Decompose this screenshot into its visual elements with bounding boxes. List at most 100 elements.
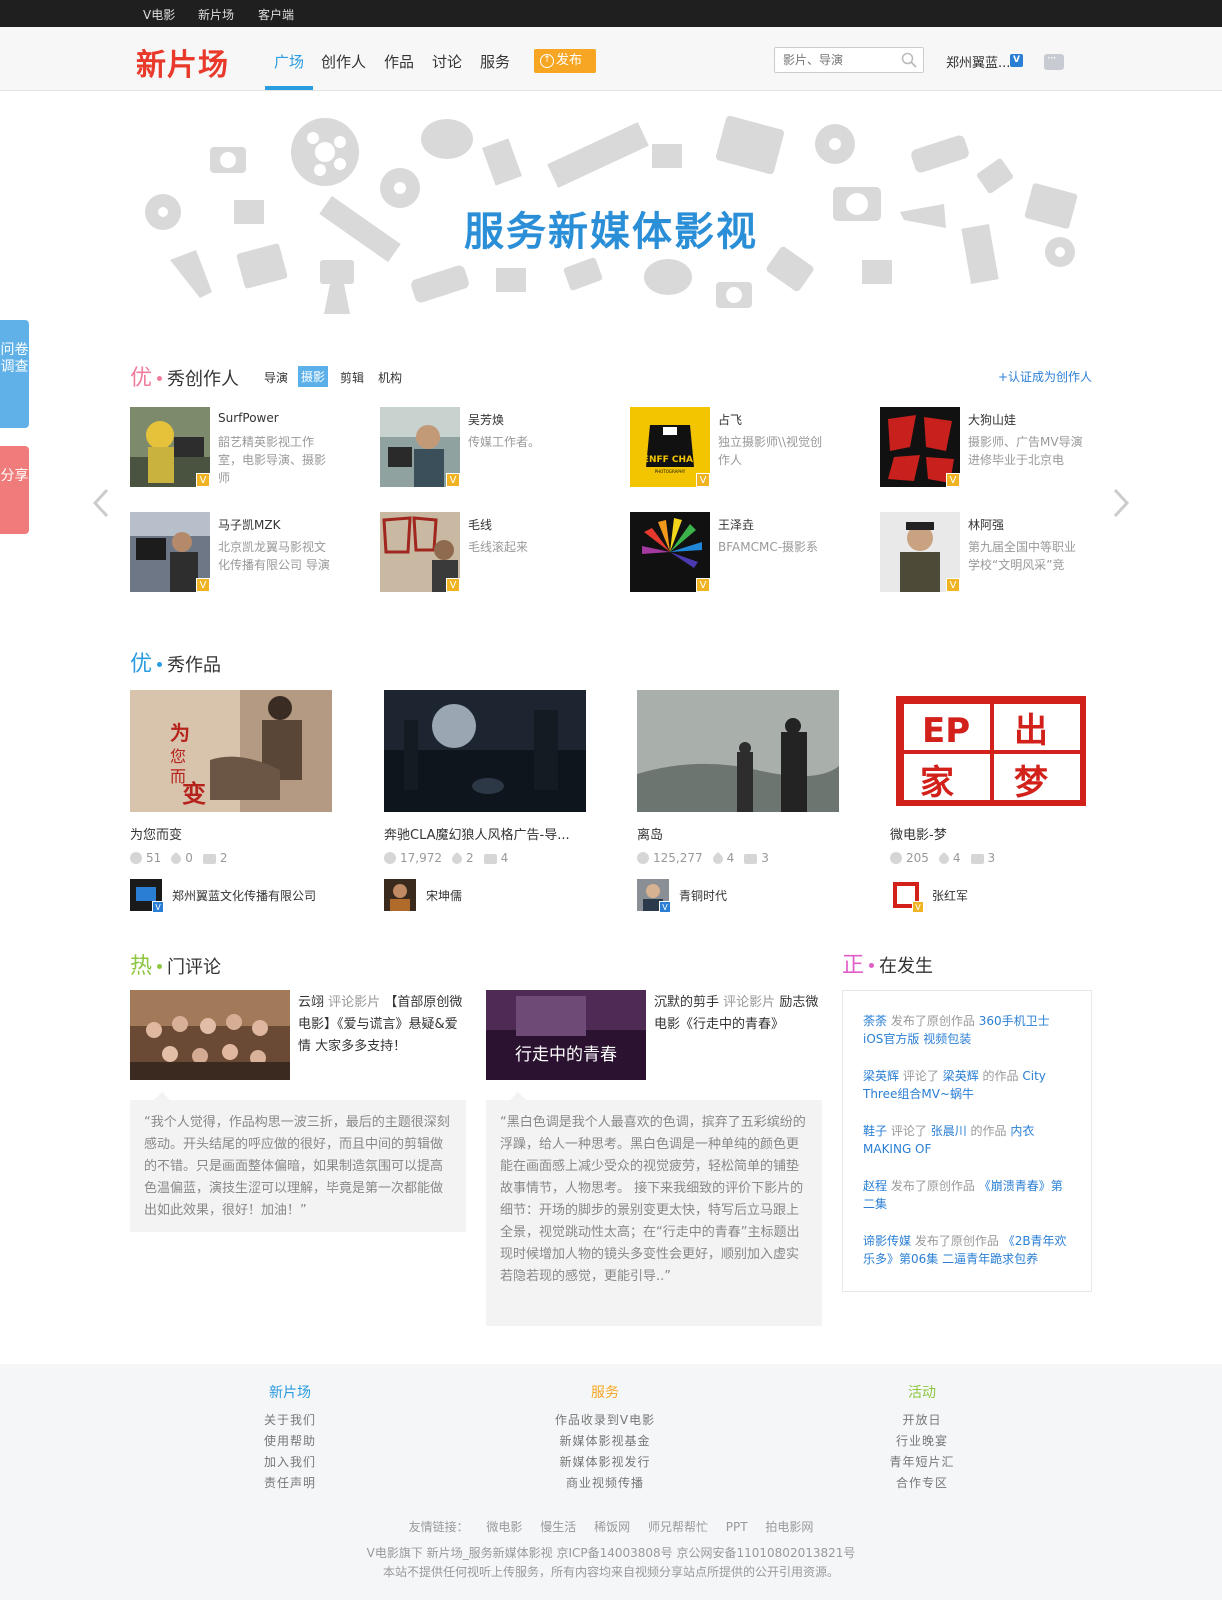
works-title-first: 优: [130, 652, 153, 677]
work-card[interactable]: 奔驰CLA魔幻狼人风格广告-导... 17,972 2 4 宋坤儒: [384, 690, 586, 911]
search-input[interactable]: [775, 48, 893, 72]
topbar-link-client[interactable]: 客户端: [258, 6, 294, 23]
footer: 新片场 关于我们 使用帮助 加入我们 责任声明 服务 作品收录到V电影 新媒体影…: [0, 1364, 1222, 1600]
friend-link[interactable]: 稀饭网: [594, 1520, 630, 1534]
creator-name[interactable]: 林阿强: [968, 516, 1004, 533]
author-name[interactable]: 张红军: [932, 887, 968, 904]
publish-button[interactable]: ↑ 发布: [534, 49, 596, 73]
creator-name[interactable]: 大狗山娃: [968, 411, 1016, 428]
work-thumbnail[interactable]: [637, 690, 839, 812]
work-thumbnail[interactable]: [384, 690, 586, 812]
play-icon: [130, 852, 142, 864]
activity-target[interactable]: 梁英辉: [943, 1069, 979, 1083]
message-icon[interactable]: [1044, 51, 1064, 70]
footer-link[interactable]: 责任声明: [190, 1473, 390, 1494]
creator-card[interactable]: V SurfPower 韶艺精英影视工作室，电影导演、摄影师: [130, 407, 370, 487]
tab-organization[interactable]: 机构: [378, 369, 402, 386]
work-title[interactable]: 为您而变: [130, 824, 332, 843]
topbar-link-xinpianchang[interactable]: 新片场: [198, 6, 234, 23]
activity-mid: 的作品: [970, 1124, 1007, 1138]
footer-link[interactable]: 青年短片汇: [822, 1452, 1022, 1473]
author-name[interactable]: 郑州翼蓝文化传播有限公司: [172, 887, 316, 904]
creator-card[interactable]: V 毛线 毛线滚起来: [380, 512, 620, 592]
work-author[interactable]: 宋坤儒: [384, 879, 586, 911]
share-tab[interactable]: 分享: [0, 446, 29, 534]
prev-arrow-icon[interactable]: [93, 488, 109, 518]
friend-link[interactable]: 微电影: [486, 1520, 522, 1534]
survey-tab[interactable]: 问卷调查: [0, 320, 29, 428]
activity-target[interactable]: 张晨川: [931, 1124, 967, 1138]
author-name[interactable]: 宋坤儒: [426, 887, 462, 904]
creator-name[interactable]: 毛线: [468, 516, 492, 533]
nav-services[interactable]: 服务: [480, 51, 510, 72]
certify-creator-link[interactable]: +认证成为创作人: [998, 368, 1092, 385]
creator-card[interactable]: V 林阿强 第九届全国中等职业学校“文明风采”竞: [880, 512, 1120, 592]
creator-name[interactable]: 吴芳焕: [468, 411, 504, 428]
comment-film-thumbnail[interactable]: [130, 990, 290, 1080]
work-title[interactable]: 微电影-梦: [890, 824, 1092, 843]
footer-link[interactable]: 使用帮助: [190, 1431, 390, 1452]
footer-link[interactable]: 新媒体影视基金: [505, 1431, 705, 1452]
friend-link[interactable]: 拍电影网: [765, 1520, 813, 1534]
footer-link[interactable]: 行业晚宴: [822, 1431, 1022, 1452]
friend-link[interactable]: 师兄帮帮忙: [648, 1520, 708, 1534]
work-card[interactable]: EP 出家 梦 微电影-梦 205 4 3 V 张红军: [890, 690, 1092, 913]
tab-director[interactable]: 导演: [264, 369, 288, 386]
activity-feed: 荼荼 发布了原创作品 360手机卫士 iOS官方版 视频包装 梁英辉 评论了 梁…: [842, 990, 1092, 1292]
nav-square[interactable]: 广场: [274, 51, 304, 72]
creator-card[interactable]: V 吴芳焕 传媒工作者。: [380, 407, 620, 487]
creator-name[interactable]: 马子凯MZK: [218, 516, 280, 533]
creator-desc: 毛线滚起来: [468, 540, 529, 554]
comment-user[interactable]: 沉默的剪手: [654, 995, 719, 1010]
work-author[interactable]: V 郑州翼蓝文化传播有限公司: [130, 879, 332, 913]
site-logo[interactable]: 新片场: [136, 40, 229, 84]
friend-link[interactable]: PPT: [726, 1520, 748, 1534]
work-title[interactable]: 奔驰CLA魔幻狼人风格广告-导...: [384, 824, 586, 843]
creator-name[interactable]: SurfPower: [218, 411, 279, 425]
tab-photography[interactable]: 摄影: [298, 366, 329, 387]
footer-link[interactable]: 开放日: [822, 1410, 1022, 1431]
author-avatar[interactable]: [384, 879, 416, 911]
comment-count: 3: [987, 851, 996, 865]
play-count: 51: [146, 851, 162, 865]
topbar-link-vmovie[interactable]: V电影: [143, 6, 175, 23]
footer-link[interactable]: 新媒体影视发行: [505, 1452, 705, 1473]
work-card[interactable]: 为您而变 为您而变 51 0 2 V 郑州翼蓝文化传播有限公司: [130, 690, 332, 913]
work-thumbnail[interactable]: EP 出家 梦: [890, 690, 1092, 812]
activity-user[interactable]: 谛影传媒: [863, 1234, 911, 1248]
comment-film-thumbnail[interactable]: [486, 990, 646, 1080]
nav-works[interactable]: 作品: [384, 51, 414, 72]
footer-link[interactable]: 作品收录到V电影: [505, 1410, 705, 1431]
work-author[interactable]: V 青铜时代: [637, 879, 839, 913]
comment-user[interactable]: 云翊: [298, 995, 324, 1010]
svg-text:为: 为: [170, 721, 190, 745]
footer-link[interactable]: 关于我们: [190, 1410, 390, 1431]
work-author[interactable]: V 张红军: [890, 879, 1092, 913]
creator-card[interactable]: V 马子凯MZK 北京凯龙翼马影视文化传播有限公司 导演: [130, 512, 370, 592]
activity-user[interactable]: 鞋子: [863, 1124, 887, 1138]
work-title[interactable]: 离岛: [637, 824, 839, 843]
creator-card[interactable]: V 大狗山娃 摄影师、广告MV导演 进修毕业于北京电: [880, 407, 1120, 487]
comments-title-rest: 门评论: [167, 957, 222, 978]
creator-name[interactable]: 占飞: [718, 411, 742, 428]
author-name[interactable]: 青铜时代: [679, 887, 727, 904]
creator-card[interactable]: JENFF CHAN PHOTOGRAPHY V 占飞 独立摄影师\\视觉创作人: [630, 407, 870, 487]
creator-name[interactable]: 王泽垚: [718, 516, 754, 533]
tab-editing[interactable]: 剪辑: [340, 369, 364, 386]
work-thumbnail[interactable]: 为您而变: [130, 690, 332, 812]
footer-link[interactable]: 商业视频传播: [505, 1473, 705, 1494]
nav-discuss[interactable]: 讨论: [432, 51, 462, 72]
creator-card[interactable]: V 王泽垚 BFAMCMC-摄影系: [630, 512, 870, 592]
user-name[interactable]: 郑州翼蓝...: [946, 52, 1010, 71]
work-card[interactable]: 离岛 125,277 4 3 V 青铜时代: [637, 690, 839, 913]
activity-user[interactable]: 梁英辉: [863, 1069, 899, 1083]
play-icon: [384, 852, 396, 864]
footer-link[interactable]: 加入我们: [190, 1452, 390, 1473]
activity-user[interactable]: 荼荼: [863, 1014, 887, 1028]
footer-link[interactable]: 合作专区: [822, 1473, 1022, 1494]
nav-creators[interactable]: 创作人: [321, 51, 366, 72]
search-icon[interactable]: [901, 52, 917, 68]
activity-user[interactable]: 赵程: [863, 1179, 887, 1193]
hero-banner: 服务新媒体影视: [0, 92, 1222, 332]
friend-link[interactable]: 慢生活: [540, 1520, 576, 1534]
